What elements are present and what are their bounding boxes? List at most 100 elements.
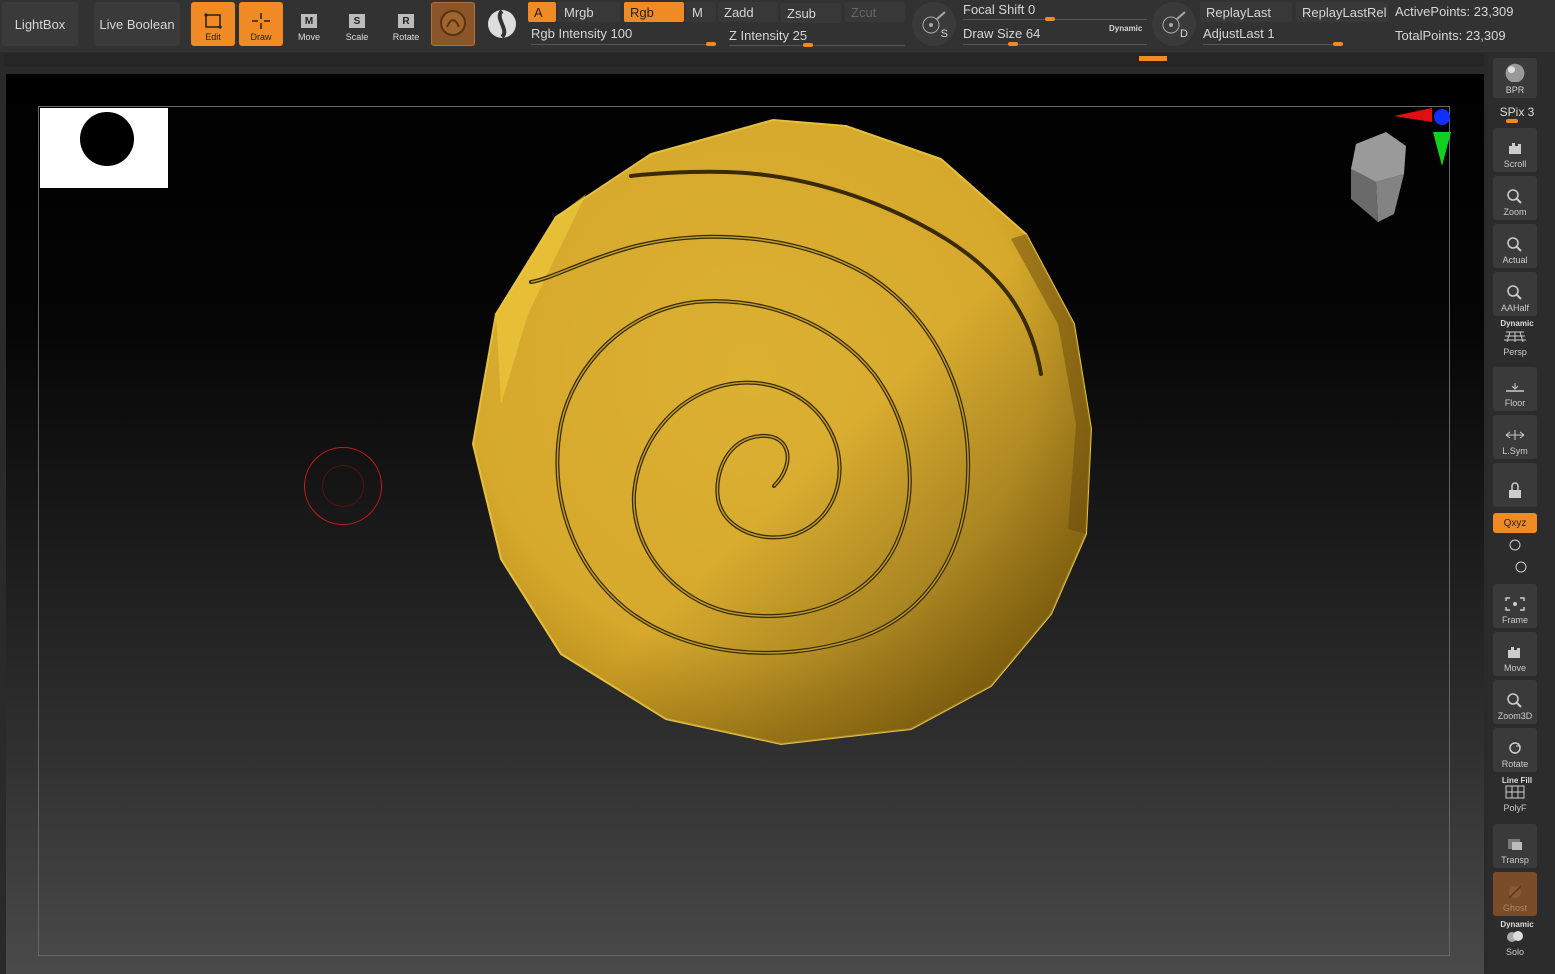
draw-size-label: Draw Size — [963, 26, 1023, 41]
perspective-grid-icon — [1504, 331, 1526, 343]
x-axis-icon — [1394, 108, 1432, 122]
adjust-last-track[interactable] — [1203, 44, 1343, 45]
frame-icon — [1505, 597, 1525, 611]
rgb-intensity-knob[interactable] — [706, 42, 716, 46]
xyz-rotate-toggle[interactable]: Qxyz — [1493, 513, 1537, 533]
lightbox-button[interactable]: LightBox — [2, 2, 78, 46]
magnifier-icon — [1507, 189, 1522, 204]
focal-shift-track[interactable] — [963, 19, 1147, 20]
rgb-intensity-track[interactable] — [531, 44, 716, 45]
polyf-label: PolyF — [1503, 803, 1527, 813]
frame-label: Frame — [1501, 615, 1528, 625]
bpr-button[interactable]: BPR — [1493, 58, 1537, 98]
draw-size-value: 64 — [1025, 26, 1041, 41]
zoom3d-button[interactable]: Zoom3D — [1493, 680, 1537, 724]
actual-size-icon — [1507, 237, 1522, 252]
draw-label: Draw — [250, 32, 272, 42]
texture-button[interactable] — [480, 2, 524, 46]
move-button[interactable]: M Move — [287, 2, 331, 46]
texture-icon — [488, 9, 516, 39]
floor-button[interactable]: Floor — [1493, 367, 1537, 411]
ruler-marker — [1139, 56, 1167, 61]
zadd-toggle[interactable]: Zadd — [718, 2, 778, 22]
z-intensity-track[interactable] — [729, 45, 905, 46]
orientation-head[interactable] — [1351, 132, 1406, 222]
active-points-stat: ActivePoints: 23,309 — [1395, 4, 1514, 19]
zsub-toggle[interactable]: Zsub — [781, 3, 841, 23]
top-toolbar: LightBox Live Boolean Edit Draw M Move S… — [0, 0, 1555, 52]
lsym-label: L.Sym — [1502, 446, 1528, 456]
rgb-intensity-value: 100 — [610, 26, 633, 41]
z-rotate-icon[interactable] — [1514, 560, 1528, 574]
frame-button[interactable]: Frame — [1493, 584, 1537, 628]
transp-button[interactable]: Transp — [1493, 824, 1537, 868]
adjust-last-slider[interactable]: AdjustLast 1 — [1203, 26, 1275, 41]
z-intensity-label: Z Intensity — [729, 28, 789, 43]
stroke-s-button[interactable]: S — [912, 2, 956, 46]
dynamic-toggle[interactable]: Dynamic — [1109, 24, 1142, 33]
edit-label: Edit — [205, 32, 221, 42]
local-symmetry-icon — [1505, 430, 1525, 440]
ruler-strip[interactable] — [4, 53, 1484, 67]
rotate-button[interactable]: R Rotate — [384, 2, 428, 46]
z-axis-icon — [1434, 109, 1450, 125]
spix-knob[interactable] — [1506, 119, 1518, 123]
brush-cursor-inner — [322, 465, 364, 507]
material-icon — [440, 10, 466, 36]
total-points-stat: TotalPoints: 23,309 — [1395, 28, 1506, 43]
persp-button[interactable]: Persp — [1493, 320, 1537, 360]
y-rotate-icon[interactable] — [1508, 538, 1522, 552]
zcut-toggle[interactable]: Zcut — [845, 2, 905, 22]
draw-size-track[interactable] — [963, 44, 1147, 45]
sculpt-mesh[interactable] — [6, 74, 1484, 974]
actual-button[interactable]: Actual — [1493, 224, 1537, 268]
aahalf-label: AAHalf — [1500, 303, 1529, 313]
aahalf-button[interactable]: AAHalf — [1493, 272, 1537, 316]
aahalf-icon — [1507, 285, 1522, 300]
move3d-label: Move — [1503, 663, 1526, 673]
scale-label: Scale — [345, 32, 369, 42]
mrgb-toggle[interactable]: Mrgb — [558, 2, 620, 22]
live-boolean-button[interactable]: Live Boolean — [94, 2, 180, 46]
ghost-button[interactable]: Ghost — [1493, 872, 1537, 916]
y-axis-icon — [1433, 132, 1451, 166]
scale-icon: S — [349, 14, 365, 28]
focal-shift-knob[interactable] — [1045, 17, 1055, 21]
rgb-intensity-slider[interactable]: Rgb Intensity 100 — [531, 26, 632, 41]
scroll-label: Scroll — [1503, 159, 1527, 169]
canvas-viewport[interactable] — [6, 74, 1484, 974]
edit-button[interactable]: Edit — [191, 2, 235, 46]
zoom3d-icon — [1507, 693, 1522, 708]
material-button[interactable] — [431, 2, 475, 46]
focal-shift-slider[interactable]: Focal Shift 0 — [963, 2, 1035, 17]
draw-size-slider[interactable]: Draw Size 64 — [963, 26, 1040, 41]
lock-button[interactable] — [1493, 463, 1537, 507]
ghost-label: Ghost — [1502, 903, 1527, 913]
m-toggle[interactable]: M — [686, 2, 716, 22]
z-intensity-slider[interactable]: Z Intensity 25 — [729, 28, 807, 43]
adjust-last-knob[interactable] — [1333, 42, 1343, 46]
spix-slider[interactable]: SPix 3 — [1495, 105, 1539, 119]
actual-label: Actual — [1502, 255, 1528, 265]
move3d-button[interactable]: Move — [1493, 632, 1537, 676]
solo-button[interactable]: Solo — [1493, 920, 1537, 960]
draw-button[interactable]: Draw — [239, 2, 283, 46]
a-toggle[interactable]: A — [528, 2, 556, 22]
draw-size-knob[interactable] — [1008, 42, 1018, 46]
zoom-button[interactable]: Zoom — [1493, 176, 1537, 220]
stroke-s-key: S — [940, 28, 948, 40]
polyf-button[interactable]: PolyF — [1493, 776, 1537, 816]
lsym-button[interactable]: L.Sym — [1493, 415, 1537, 459]
z-intensity-value: 25 — [792, 28, 808, 43]
replay-last-button[interactable]: ReplayLast — [1200, 2, 1292, 22]
zoom-label: Zoom — [1503, 207, 1527, 217]
replay-last-rel-button[interactable]: ReplayLastRel — [1296, 2, 1388, 22]
floor-icon — [1506, 383, 1524, 392]
bpr-label: BPR — [1505, 85, 1525, 95]
scale-button[interactable]: S Scale — [335, 2, 379, 46]
scroll-button[interactable]: Scroll — [1493, 128, 1537, 172]
rotate3d-button[interactable]: Rotate — [1493, 728, 1537, 772]
stroke-d-button[interactable]: D — [1152, 2, 1196, 46]
z-intensity-knob[interactable] — [803, 43, 813, 47]
rgb-toggle[interactable]: Rgb — [624, 2, 684, 22]
